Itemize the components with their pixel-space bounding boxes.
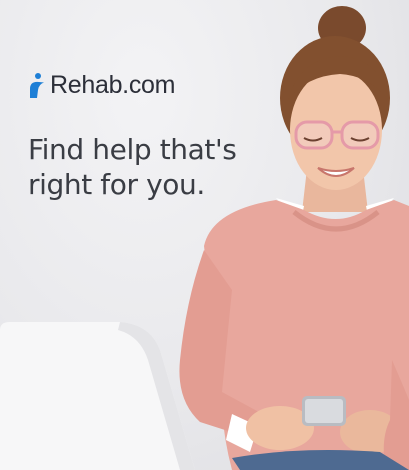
rehab-advertisement[interactable]: Rehab.com Find help that's right for you… <box>0 0 409 470</box>
headline: Find help that's right for you. <box>28 133 237 201</box>
brand-name: Rehab.com <box>50 70 176 99</box>
brand-logo[interactable]: Rehab.com <box>28 72 175 98</box>
person-figure-icon <box>30 73 44 98</box>
